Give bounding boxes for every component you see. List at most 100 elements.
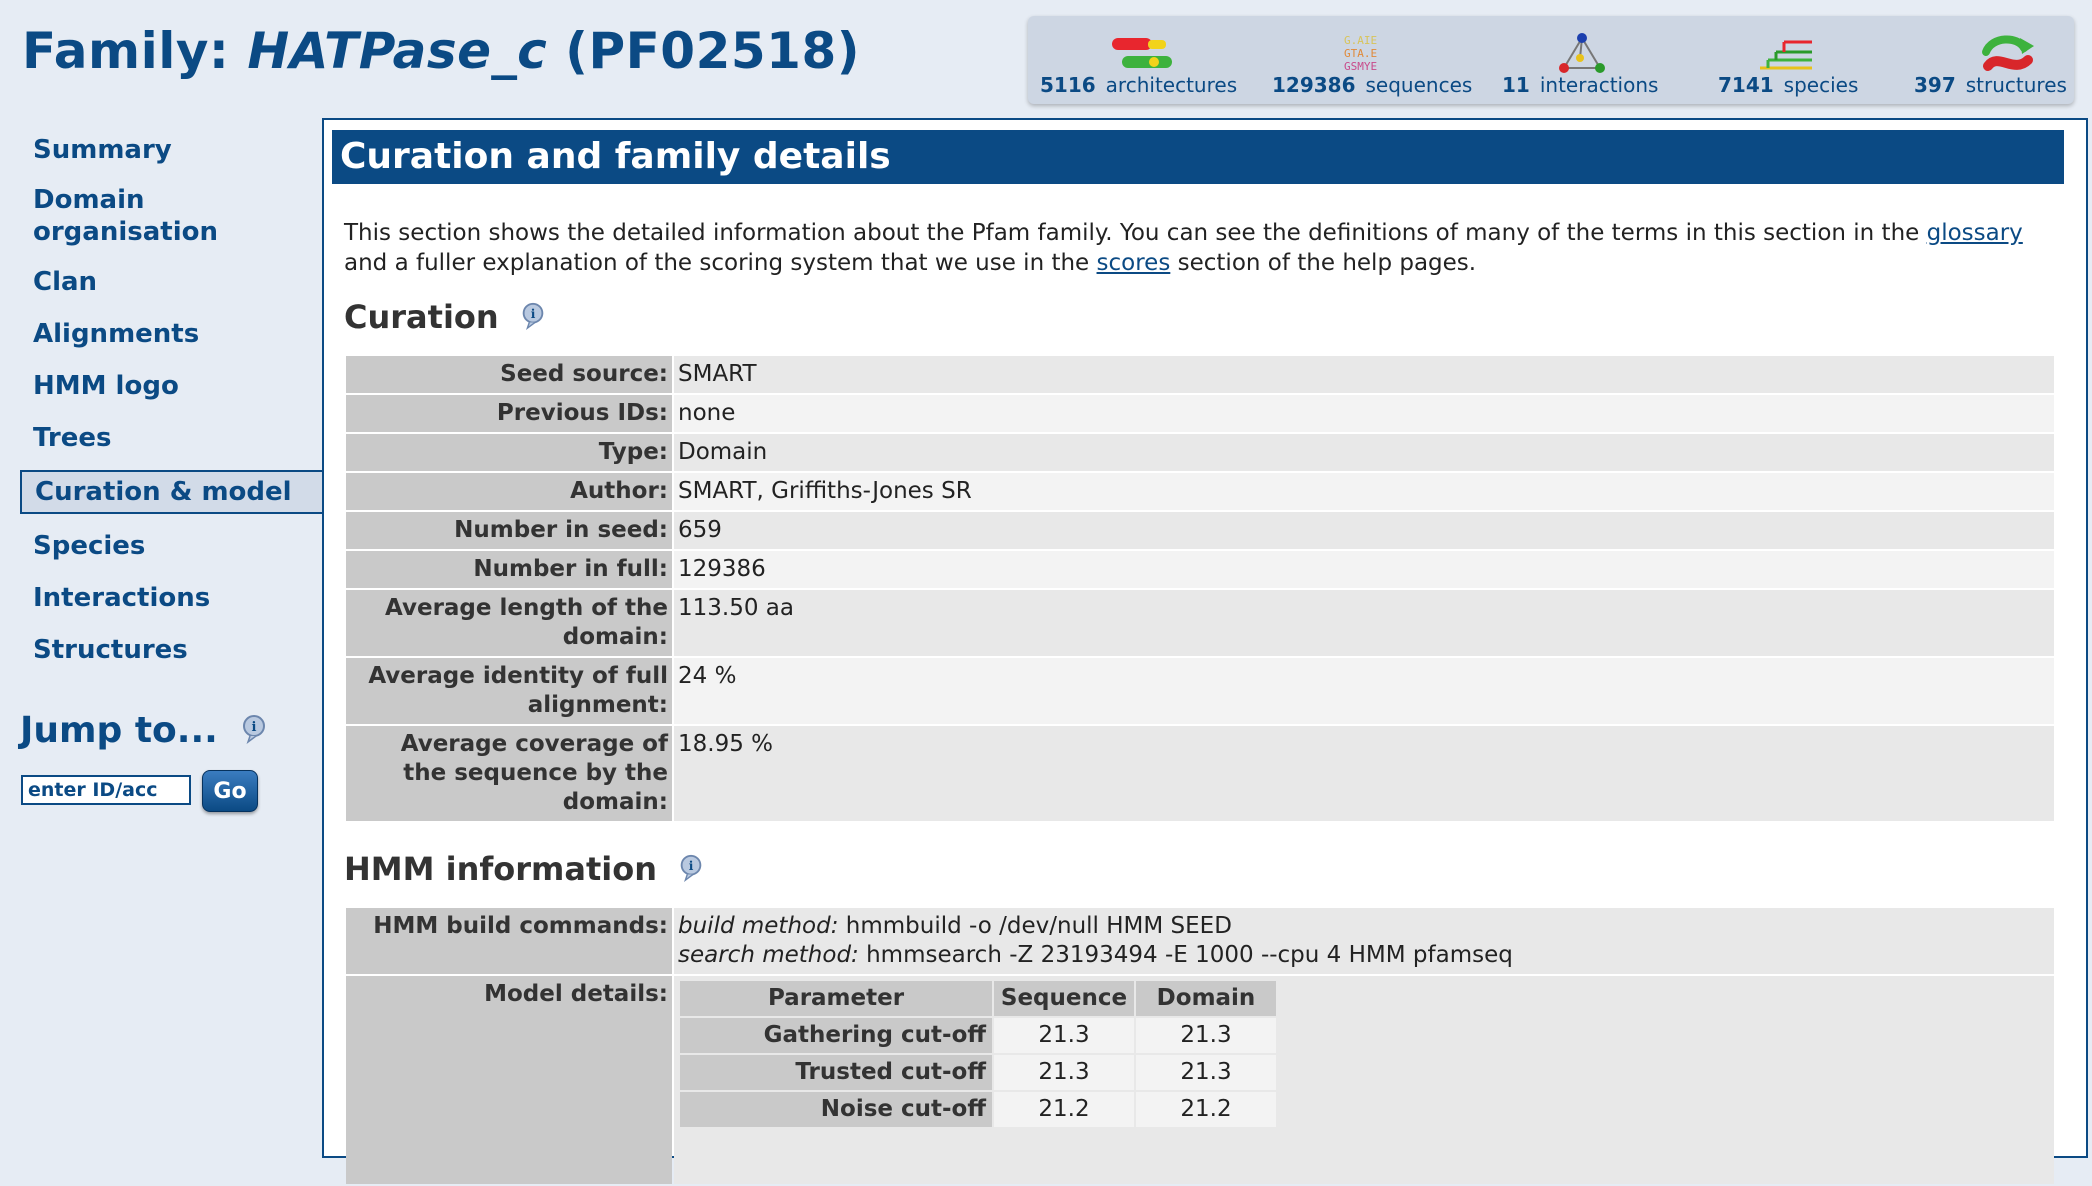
row-label: Average coverage of the sequence by the … [346, 726, 672, 821]
search-method-value: hmmsearch -Z 23193494 -E 1000 --cpu 4 HM… [858, 942, 1513, 968]
row-label: Previous IDs: [346, 395, 672, 432]
table-row: Previous IDs: none [346, 395, 2054, 432]
go-button[interactable]: Go [202, 770, 258, 812]
svg-text:i: i [252, 720, 257, 735]
sidebar-item-summary[interactable]: Summary [20, 130, 322, 170]
stat-label: interactions [1539, 73, 1659, 97]
family-accession: (PF02518) [547, 22, 861, 80]
scores-link[interactable]: scores [1097, 250, 1171, 276]
sidebar-item-structures[interactable]: Structures [20, 630, 322, 670]
stat-label: structures [1965, 73, 2067, 97]
sidebar-item-domain-organisation[interactable]: Domain organisation [20, 180, 322, 252]
stat-count: 129386 [1272, 73, 1356, 97]
row-label: Model details: [346, 976, 672, 1184]
sequence-value: 21.3 [994, 1018, 1134, 1053]
hmm-build-commands-value: build method: hmmbuild -o /dev/null HMM … [674, 908, 2054, 974]
svg-text:i: i [531, 307, 536, 321]
stat-count: 5116 [1040, 73, 1096, 97]
stat-count: 397 [1914, 73, 1956, 97]
hmm-info-table: HMM build commands: build method: hmmbui… [344, 906, 2056, 1186]
stat-count: 7141 [1718, 73, 1774, 97]
title-prefix: Family: [22, 22, 248, 80]
column-header: Parameter [680, 981, 992, 1016]
build-method-label: build method: [678, 913, 839, 939]
jump-to-heading: Jump to... i [20, 710, 270, 751]
hmm-info-heading: HMM information i [344, 850, 706, 888]
curation-heading: Curation i [344, 298, 548, 336]
column-header: Domain [1136, 981, 1276, 1016]
sidebar-item-curation-model[interactable]: Curation & model [20, 470, 324, 514]
stat-count: 11 [1502, 73, 1530, 97]
sequences-icon: G.AIE GTA.E GSMYE [1344, 34, 1377, 73]
column-header: Sequence [994, 981, 1134, 1016]
intro-text-2: and a fuller explanation of the scoring … [344, 250, 1097, 276]
seed-source-value: SMART [674, 356, 2054, 393]
sidebar-item-interactions[interactable]: Interactions [20, 578, 322, 618]
sequence-value: 21.3 [994, 1055, 1134, 1090]
model-details-value: Parameter Sequence Domain Gathering cut-… [674, 976, 2054, 1184]
jump-to-label: Jump to... [20, 710, 218, 751]
intro-text-1: This section shows the detailed informat… [344, 220, 1927, 246]
table-row: Number in full: 129386 [346, 551, 2054, 588]
row-label: Number in seed: [346, 512, 672, 549]
table-row: Gathering cut-off 21.3 21.3 [680, 1018, 1276, 1053]
family-name: HATPase_c [247, 22, 548, 80]
info-icon[interactable]: i [518, 300, 548, 330]
sidebar-item-clan[interactable]: Clan [20, 262, 322, 302]
hmm-info-heading-label: HMM information [344, 850, 658, 888]
build-method-value: hmmbuild -o /dev/null HMM SEED [838, 913, 1232, 939]
svg-text:i: i [689, 859, 694, 873]
table-row: Noise cut-off 21.2 21.2 [680, 1092, 1276, 1127]
jump-to-input[interactable]: enter ID/acc [21, 775, 191, 805]
structures-icon [1982, 35, 2034, 71]
family-stats-bar: 5116 architectures G.AIE GTA.E GSMYE 1293… [1028, 16, 2074, 104]
species-icon [1760, 40, 1812, 70]
curation-heading-label: Curation [344, 298, 499, 336]
info-icon[interactable]: i [238, 712, 270, 744]
row-label: Author: [346, 473, 672, 510]
svg-text:GTA.E: GTA.E [1344, 47, 1377, 60]
domain-value: 21.3 [1136, 1018, 1276, 1053]
main-panel: Curation and family details This section… [322, 118, 2088, 1184]
sequence-value: 21.2 [994, 1092, 1134, 1127]
glossary-link[interactable]: glossary [1927, 220, 2023, 246]
row-label: Number in full: [346, 551, 672, 588]
svg-text:GSMYE: GSMYE [1344, 60, 1377, 73]
parameter-name: Noise cut-off [680, 1092, 992, 1127]
sidebar-item-alignments[interactable]: Alignments [20, 314, 322, 354]
search-method-line: search method: hmmsearch -Z 23193494 -E … [678, 941, 2050, 970]
number-in-full-value: 129386 [674, 551, 2054, 588]
sidebar-item-hmm-logo[interactable]: HMM logo [20, 366, 322, 406]
parameter-name: Gathering cut-off [680, 1018, 992, 1053]
avg-coverage-value: 18.95 % [674, 726, 2054, 821]
curation-table: Seed source: SMART Previous IDs: none Ty… [344, 354, 2056, 823]
architectures-icon [1112, 38, 1172, 68]
type-value: Domain [674, 434, 2054, 471]
previous-ids-value: none [674, 395, 2054, 432]
stat-label: architectures [1105, 73, 1238, 97]
search-method-label: search method: [678, 942, 859, 968]
table-header-row: Parameter Sequence Domain [680, 981, 1276, 1016]
domain-value: 21.3 [1136, 1055, 1276, 1090]
build-method-line: build method: hmmbuild -o /dev/null HMM … [678, 912, 2050, 941]
parameter-name: Trusted cut-off [680, 1055, 992, 1090]
sidebar-nav: Summary Domain organisation Clan Alignme… [20, 130, 324, 670]
sidebar-item-species[interactable]: Species [20, 526, 322, 566]
row-label: Average identity of full alignment: [346, 658, 672, 724]
svg-text:G.AIE: G.AIE [1344, 34, 1377, 47]
row-label: HMM build commands: [346, 908, 672, 974]
table-row: Trusted cut-off 21.3 21.3 [680, 1055, 1276, 1090]
table-row: Number in seed: 659 [346, 512, 2054, 549]
table-row: Type: Domain [346, 434, 2054, 471]
section-title: Curation and family details [332, 130, 2064, 184]
sidebar-item-trees[interactable]: Trees [20, 418, 322, 458]
interactions-icon [1559, 33, 1605, 73]
table-row: HMM build commands: build method: hmmbui… [346, 908, 2054, 974]
stat-label: sequences [1365, 73, 1473, 97]
table-row: Average coverage of the sequence by the … [346, 726, 2054, 821]
info-icon[interactable]: i [676, 852, 706, 882]
table-row: Seed source: SMART [346, 356, 2054, 393]
stat-label: species [1783, 73, 1859, 97]
author-value: SMART, Griffiths-Jones SR [674, 473, 2054, 510]
intro-paragraph: This section shows the detailed informat… [344, 218, 2064, 278]
